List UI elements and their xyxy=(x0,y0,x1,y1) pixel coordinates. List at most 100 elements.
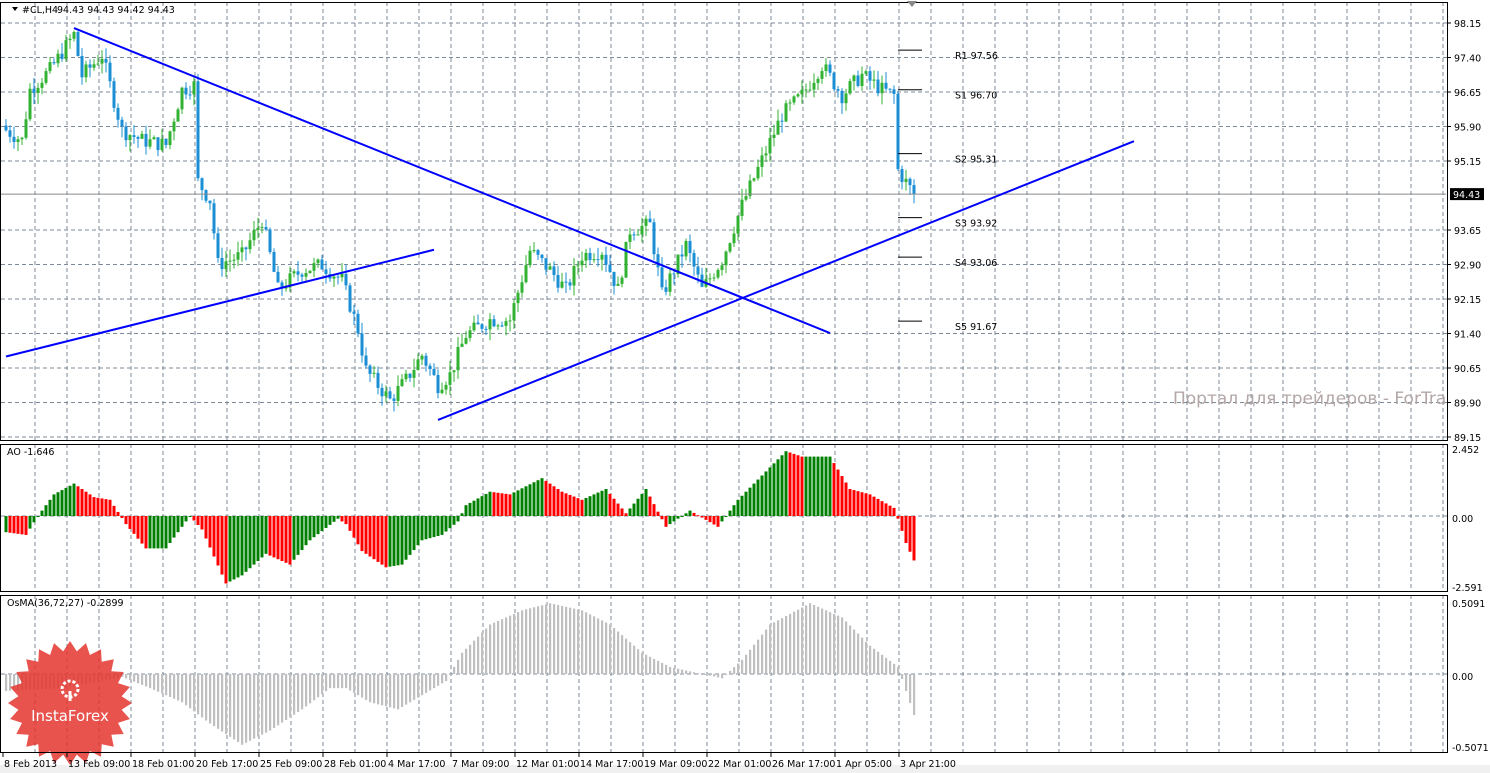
ao-bar xyxy=(80,489,84,516)
candle-body xyxy=(652,222,656,255)
ao-bar xyxy=(836,469,840,516)
candle-body xyxy=(592,259,596,261)
ao-bar xyxy=(660,516,664,520)
candle-body xyxy=(548,266,552,270)
ao-bar xyxy=(384,516,388,568)
ao-bar xyxy=(448,516,452,529)
candle-body xyxy=(608,264,612,272)
ao-bar xyxy=(816,456,820,516)
osma-bar xyxy=(309,674,312,704)
ao-bar xyxy=(840,476,844,516)
osma-bar xyxy=(605,622,608,674)
osma-bar xyxy=(469,644,472,674)
osma-bar xyxy=(597,618,600,674)
osma-bar xyxy=(621,635,624,674)
ao-bar xyxy=(892,507,896,516)
ao-bar xyxy=(728,510,732,516)
osma-bar xyxy=(189,674,192,709)
osma-bar xyxy=(205,674,208,721)
ao-bar xyxy=(4,516,8,533)
ao-bar xyxy=(344,516,348,525)
ao-bar xyxy=(412,516,416,551)
candle-body xyxy=(56,53,60,64)
osma-bar xyxy=(665,664,668,674)
osma-bar xyxy=(201,674,204,718)
osma-bar xyxy=(9,674,12,691)
osma-bar xyxy=(277,674,280,726)
ao-bar xyxy=(100,498,104,516)
candle-body xyxy=(656,254,660,268)
ao-bar xyxy=(432,516,436,538)
candle-body xyxy=(720,265,724,271)
ao-bar xyxy=(772,463,776,516)
candle-body xyxy=(740,199,744,216)
osma-bar xyxy=(509,615,512,674)
ao-bar xyxy=(44,505,48,516)
ao-bar xyxy=(496,492,500,516)
osma-bar xyxy=(641,652,644,674)
ao-bar xyxy=(872,496,876,516)
osma-bar xyxy=(429,674,432,691)
osma-bar xyxy=(789,613,792,674)
osma-bar xyxy=(297,674,300,713)
osma-bar xyxy=(893,663,896,674)
osma-bar xyxy=(313,674,316,701)
candle-body xyxy=(168,131,172,145)
candle-body xyxy=(788,102,792,104)
ao-bar xyxy=(556,489,560,516)
ao-bar xyxy=(896,516,900,519)
ao-bar xyxy=(540,478,544,516)
osma-bar xyxy=(861,637,864,674)
candle-body xyxy=(12,136,16,143)
ao-bar xyxy=(72,483,76,516)
osma-bar xyxy=(289,674,292,718)
osma-bar xyxy=(229,674,232,737)
ao-bar xyxy=(160,516,164,549)
osma-bar xyxy=(133,674,136,682)
ao-bar xyxy=(252,516,256,565)
osma-bar xyxy=(285,674,288,720)
candle-body xyxy=(412,370,416,378)
trading-chart[interactable]: R1 97.56 S1 96.70 S2 95.31 S3 93.92 S4 93.06… xyxy=(0,0,1490,773)
ao-bar xyxy=(76,486,80,516)
pivot-label: S4 93.06 xyxy=(955,258,997,269)
candle-body xyxy=(824,64,828,71)
ao-bar xyxy=(580,499,584,516)
ao-bar xyxy=(512,492,516,516)
candle-body xyxy=(436,374,440,394)
candle-body xyxy=(24,119,28,138)
osma-bar xyxy=(341,674,344,689)
candle-body xyxy=(792,96,796,103)
candle-body xyxy=(156,137,160,151)
ao-bar xyxy=(576,498,580,516)
ao-axis-label: 0.00 xyxy=(1452,514,1473,525)
osma-bar xyxy=(657,660,660,674)
candle-body xyxy=(504,321,508,326)
ao-bar xyxy=(324,516,328,528)
candle-body xyxy=(440,389,444,394)
ao-bar xyxy=(680,516,684,517)
osma-bar xyxy=(401,674,404,708)
osma-bar xyxy=(281,674,284,723)
ao-bar xyxy=(784,451,788,516)
candle-body xyxy=(408,373,412,378)
osma-bar xyxy=(353,674,356,693)
candle-body xyxy=(92,64,96,68)
osma-bar xyxy=(877,651,880,674)
candle-body xyxy=(248,240,252,250)
ao-bar xyxy=(500,493,504,516)
candle-body xyxy=(844,93,848,104)
ao-bar xyxy=(24,516,28,535)
ao-bar xyxy=(508,494,512,516)
candle-body xyxy=(712,277,716,279)
candle-body xyxy=(908,178,912,186)
time-axis-label: 26 Mar 17:00 xyxy=(772,759,835,770)
candle-body xyxy=(532,250,536,252)
ao-bar xyxy=(136,516,140,539)
candle-body xyxy=(240,247,244,253)
ao-bar xyxy=(880,501,884,516)
candle-body xyxy=(584,252,588,261)
osma-bar xyxy=(761,634,764,674)
osma-bar xyxy=(905,674,908,691)
candle-body xyxy=(200,178,204,191)
